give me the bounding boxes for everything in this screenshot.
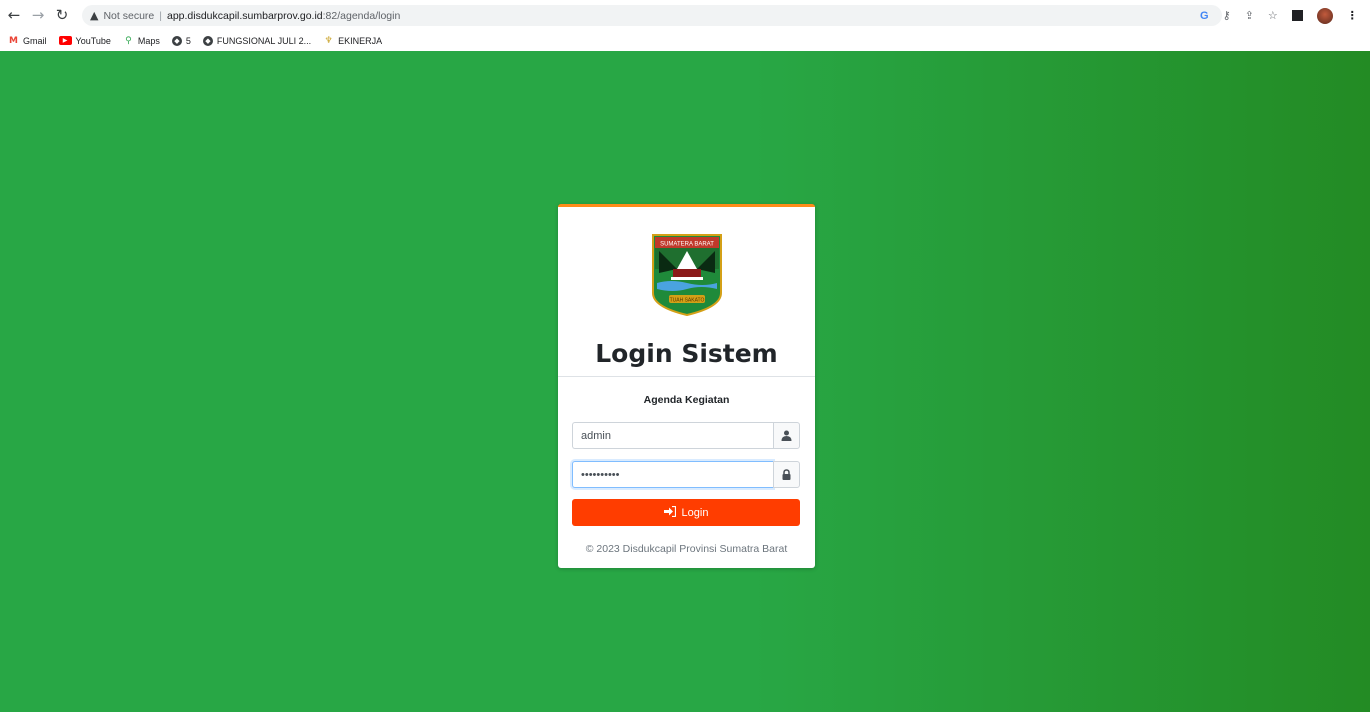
bookmark-label: Gmail (23, 35, 47, 46)
bookmark-label: YouTube (75, 35, 111, 46)
google-translate-icon[interactable]: G (1200, 10, 1209, 22)
username-group (572, 422, 800, 449)
globe-icon: ◆ (202, 35, 213, 46)
key-icon[interactable]: ⚷ (1223, 9, 1231, 22)
bookmark-gmail[interactable]: M Gmail (8, 35, 47, 46)
bookmarks-bar: M Gmail ▶ YouTube ⚲ Maps ◆ 5 ◆ FUNGSIONA… (0, 30, 1370, 51)
footer-copyright: © 2023 Disdukcapil Provinsi Sumatra Bara… (585, 543, 788, 555)
separator: | (159, 9, 162, 22)
profile-avatar[interactable] (1316, 7, 1333, 24)
login-page: SUMATERA BARAT TUAH SAKATO Login Sistem … (0, 51, 1370, 712)
sumatera-barat-emblem: SUMATERA BARAT TUAH SAKATO (651, 233, 723, 317)
address-bar[interactable]: ▲ Not secure | app.disdukcapil.sumbarpro… (82, 5, 1222, 26)
menu-kebab-icon[interactable]: ⋮ (1347, 9, 1358, 22)
toolbar-right-icons: G ⚷ ⇪ ☆ ⋮ (1200, 5, 1358, 26)
lock-icon (773, 461, 800, 488)
url-host: app.disdukcapil.sumbarprov.go.id (166, 9, 323, 22)
emblem-text-top: SUMATERA BARAT (660, 242, 714, 248)
star-icon[interactable]: ☆ (1268, 9, 1278, 22)
password-group (572, 461, 800, 488)
bookmark-label: 5 (185, 35, 191, 46)
garuda-icon: ♆ (324, 35, 333, 46)
youtube-icon: ▶ (58, 36, 72, 45)
reload-icon[interactable]: ↻ (52, 5, 72, 25)
bookmark-youtube[interactable]: ▶ YouTube (58, 35, 111, 46)
user-icon (773, 422, 800, 449)
browser-toolbar: ← → ↻ ▲ Not secure | app.disdukcapil.sum… (0, 0, 1370, 30)
bookmark-label: FUNGSIONAL JULI 2... (216, 35, 312, 46)
globe-icon: ◆ (171, 35, 182, 46)
not-secure-label: Not secure (103, 9, 155, 22)
username-input[interactable] (572, 422, 773, 449)
forward-arrow-icon[interactable]: → (28, 5, 48, 25)
bookmark-maps[interactable]: ⚲ Maps (123, 35, 160, 46)
login-subtitle: Agenda Kegiatan (643, 394, 730, 406)
back-arrow-icon[interactable]: ← (4, 5, 24, 25)
login-card: SUMATERA BARAT TUAH SAKATO Login Sistem … (558, 204, 815, 568)
divider (558, 376, 815, 377)
page-title: Login Sistem (595, 339, 778, 368)
warning-icon[interactable]: ▲ (90, 9, 98, 22)
bookmark-ekinerja[interactable]: ♆ EKINERJA (323, 35, 383, 46)
bookmark-label: Maps (137, 35, 160, 46)
url-path: :82/agenda/login (322, 9, 401, 22)
gmail-icon: M (9, 35, 18, 46)
share-icon[interactable]: ⇪ (1245, 9, 1254, 22)
login-button[interactable]: Login (572, 499, 800, 526)
bookmark-5[interactable]: ◆ 5 (171, 35, 191, 46)
side-panel-icon[interactable] (1291, 10, 1303, 21)
bookmark-fungsional[interactable]: ◆ FUNGSIONAL JULI 2... (202, 35, 312, 46)
maps-icon: ⚲ (125, 35, 132, 46)
login-button-label: Login (681, 506, 709, 519)
bookmark-label: EKINERJA (338, 35, 383, 46)
password-input[interactable] (572, 461, 773, 488)
sign-in-icon (663, 505, 676, 520)
emblem-text-bottom: TUAH SAKATO (670, 298, 705, 304)
